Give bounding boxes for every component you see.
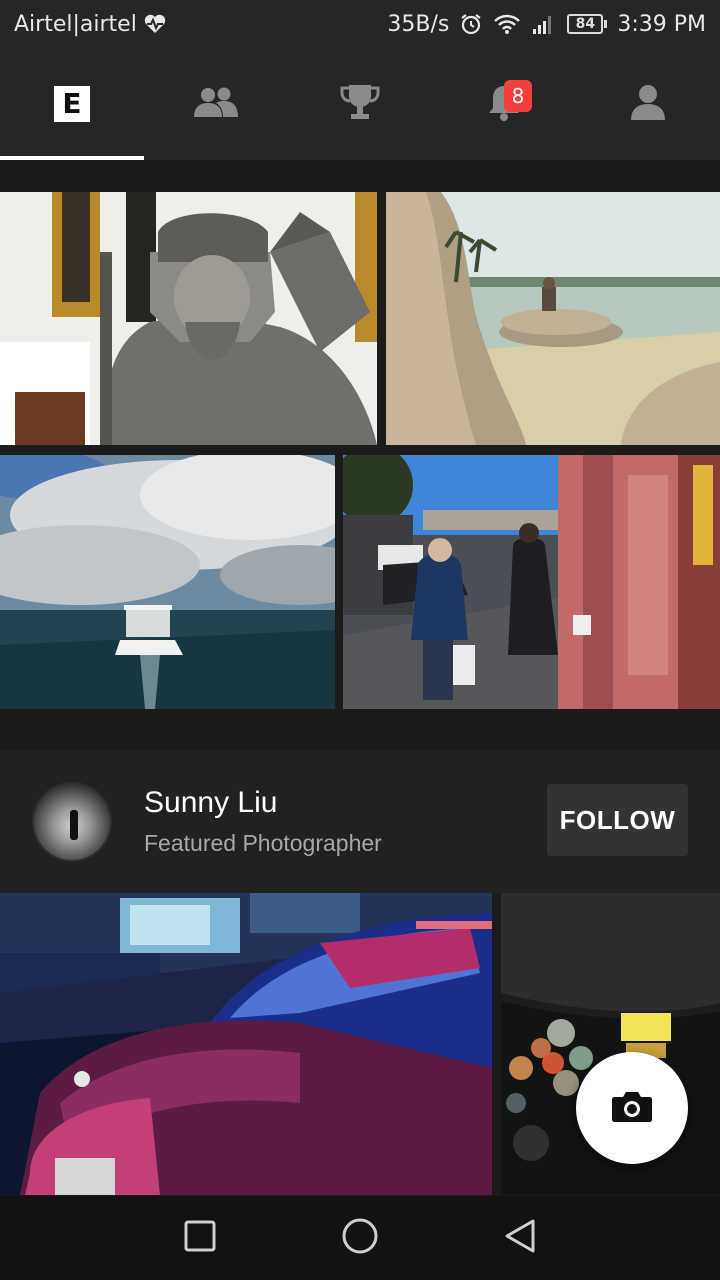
person-icon (629, 83, 667, 125)
triangle-back-icon (503, 1218, 537, 1258)
tab-editors[interactable]: E (0, 48, 144, 160)
featured-photographer-card: Sunny Liu Featured Photographer FOLLOW (0, 750, 720, 893)
people-icon (191, 85, 241, 123)
tab-notifications[interactable]: 8 (432, 48, 576, 160)
tab-following[interactable] (144, 48, 288, 160)
alarm-icon (459, 12, 483, 36)
photo-wet-car[interactable] (0, 893, 492, 1195)
trophy-icon (339, 82, 381, 126)
recent-apps-button[interactable] (160, 1198, 240, 1278)
signal-icon (531, 13, 557, 35)
photo-sea-boat[interactable] (0, 455, 335, 709)
heartbeat-icon (143, 13, 167, 35)
home-button[interactable] (320, 1198, 400, 1278)
clock: 3:39 PM (617, 11, 706, 37)
status-bar: Airtel|airtel 35B/s 84 3:39 PM (0, 0, 720, 48)
avatar[interactable] (32, 782, 112, 862)
back-button[interactable] (480, 1198, 560, 1278)
follow-button[interactable]: FOLLOW (547, 784, 688, 856)
camera-upload-button[interactable] (576, 1052, 688, 1164)
notification-badge: 8 (504, 80, 532, 112)
photographer-subtitle: Featured Photographer (144, 830, 382, 856)
square-icon (183, 1219, 217, 1257)
wifi-icon (493, 13, 521, 35)
tab-bar: E 8 (0, 48, 720, 160)
photographer-name[interactable]: Sunny Liu (144, 786, 277, 820)
carrier-label: Airtel|airtel (14, 11, 137, 37)
photo-street[interactable] (343, 455, 720, 709)
system-nav-bar (0, 1196, 720, 1280)
tab-profile[interactable] (576, 48, 720, 160)
photo-beach-rocks[interactable] (386, 192, 720, 445)
photo-feed: Sunny Liu Featured Photographer FOLLOW (0, 160, 720, 1195)
circle-icon (341, 1217, 379, 1259)
battery-level: 84 (567, 14, 604, 34)
battery-icon: 84 (567, 14, 608, 34)
network-speed: 35B/s (387, 11, 450, 37)
tab-trophy[interactable] (288, 48, 432, 160)
editors-logo-icon: E (54, 86, 90, 122)
camera-icon (611, 1089, 653, 1127)
photo-statue[interactable] (0, 192, 377, 445)
